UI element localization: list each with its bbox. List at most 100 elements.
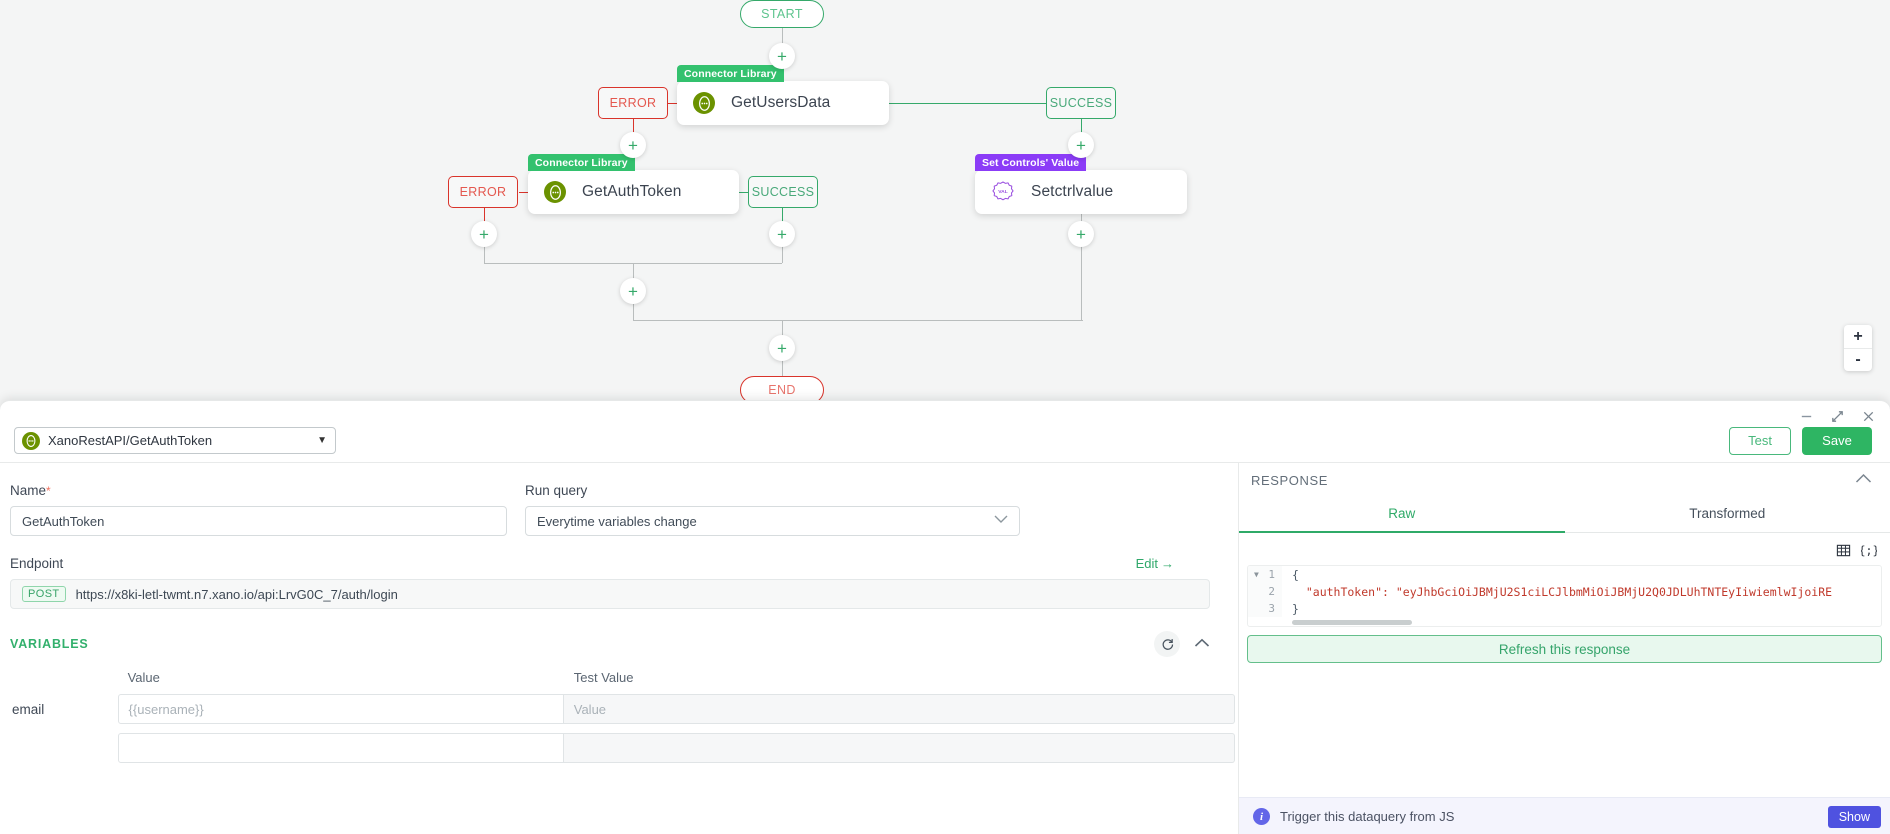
json-view-icon[interactable]: {;} [1856, 539, 1882, 561]
add-step-button[interactable]: + [1068, 132, 1094, 158]
plus-icon: + [628, 135, 638, 155]
response-header: RESPONSE [1239, 463, 1890, 497]
response-tabs: Raw Transformed [1239, 497, 1890, 533]
dataquery-select-value: XanoRestAPI/GetAuthToken [48, 433, 213, 448]
flow-node-getauthtoken[interactable]: Connector Library GetAuthToken [528, 154, 739, 214]
node-badge: Connector Library [528, 154, 635, 171]
collapse-variables-icon[interactable] [1194, 635, 1210, 653]
api-connector-icon [693, 92, 715, 114]
chevron-down-icon: ▼ [317, 435, 327, 446]
variable-value-input[interactable] [117, 733, 564, 763]
code-line: 3 } [1248, 600, 1881, 617]
add-step-button[interactable]: + [471, 221, 497, 247]
api-connector-icon [22, 431, 40, 450]
table-view-icon[interactable] [1830, 539, 1856, 561]
run-query-select[interactable]: Everytime variables change [525, 506, 1020, 536]
response-panel: RESPONSE Raw Transformed {;} [1238, 463, 1890, 834]
api-connector-icon [544, 181, 566, 203]
success-chip[interactable]: SUCCESS [1046, 87, 1116, 119]
variables-col-name [10, 670, 118, 685]
flow-node-setctrlvalue[interactable]: Set Controls' Value VAL Setctrlvalue [975, 154, 1187, 214]
test-button[interactable]: Test [1729, 426, 1791, 455]
dataquery-select[interactable]: XanoRestAPI/GetAuthToken ▼ [14, 427, 336, 454]
line-number: 2 [1248, 583, 1282, 600]
edge-node2-success2 [739, 192, 748, 193]
variable-test-value-input[interactable]: Value [563, 694, 1235, 724]
response-view-toggle: {;} [1239, 533, 1890, 565]
plus-icon: + [479, 224, 489, 244]
refresh-response-button[interactable]: Refresh this response [1247, 635, 1882, 663]
chevron-up-icon[interactable] [1855, 471, 1872, 489]
add-step-button[interactable]: + [1068, 221, 1094, 247]
node-label: GetUsersData [731, 94, 831, 111]
endpoint-url: https://x8ki-letl-twmt.n7.xano.io/api:Lr… [75, 586, 398, 602]
add-step-button[interactable]: + [769, 43, 795, 69]
run-query-label: Run query [525, 483, 588, 498]
plus-icon: + [777, 224, 787, 244]
chevron-down-icon [994, 515, 1008, 527]
arrow-right-icon: → [1161, 556, 1174, 571]
plus-icon: + [1076, 135, 1086, 155]
error-chip[interactable]: ERROR [598, 87, 668, 119]
name-input-value: GetAuthToken [22, 513, 105, 529]
success-chip-label: SUCCESS [1049, 96, 1113, 110]
tab-raw[interactable]: Raw [1239, 497, 1565, 533]
form-row-endpoint: Endpoint Edit → [10, 556, 1210, 571]
save-button[interactable]: Save [1802, 426, 1872, 455]
response-title: RESPONSE [1251, 472, 1329, 488]
val-icon: VAL [991, 180, 1015, 204]
http-method-badge: POST [22, 586, 66, 602]
endpoint-value: POST https://x8ki-letl-twmt.n7.xano.io/a… [10, 579, 1210, 609]
horizontal-scrollbar[interactable] [1292, 620, 1412, 625]
variable-name: email [12, 701, 45, 717]
zoom-controls[interactable]: + - [1844, 325, 1872, 371]
name-group: Name* GetAuthToken [10, 483, 507, 536]
zoom-out-button[interactable]: - [1844, 348, 1872, 371]
edge-plus-end [782, 360, 783, 376]
name-input[interactable]: GetAuthToken [10, 506, 507, 536]
node-label: Setctrlvalue [1031, 183, 1114, 200]
table-row [10, 733, 1235, 763]
variables-table: Value Test Value email {{username}} Valu… [10, 670, 1235, 763]
add-step-button[interactable]: + [620, 278, 646, 304]
run-query-value: Everytime variables change [537, 513, 697, 529]
plus-icon: + [1076, 224, 1086, 244]
show-js-button[interactable]: Show [1827, 805, 1881, 828]
variables-table-header: Value Test Value [10, 670, 1235, 685]
refresh-variables-button[interactable] [1154, 631, 1180, 657]
fold-arrow-icon[interactable]: ▼ [1254, 566, 1259, 583]
code-text: } [1292, 601, 1299, 616]
node-badge: Set Controls' Value [975, 154, 1087, 171]
tab-transformed[interactable]: Transformed [1565, 497, 1890, 533]
variable-value-placeholder: {{username}} [128, 701, 204, 717]
svg-text:{;}: {;} [1861, 543, 1877, 557]
variables-section-header: VARIABLES [10, 631, 1210, 657]
response-code-view[interactable]: ▼ 1 { 2 "authToken": "eyJhbGciOiJBMjU2S1… [1247, 565, 1882, 627]
error-chip-label: ERROR [459, 185, 507, 199]
node-badge: Connector Library [677, 65, 784, 82]
plus-icon: + [628, 281, 638, 301]
zoom-in-button[interactable]: + [1844, 325, 1872, 348]
error-chip[interactable]: ERROR [448, 176, 518, 208]
variable-test-value-input[interactable] [563, 733, 1235, 763]
add-step-button[interactable]: + [620, 132, 646, 158]
variables-title: VARIABLES [10, 637, 89, 651]
form-row-name-runquery: Name* GetAuthToken Run query Everytime v… [10, 483, 1210, 536]
success-chip[interactable]: SUCCESS [748, 176, 818, 208]
info-icon: i [1253, 808, 1270, 825]
flow-node-getusersdata[interactable]: Connector Library GetUsersData [677, 65, 889, 125]
edit-endpoint-link[interactable]: Edit → [1136, 556, 1174, 571]
add-step-button[interactable]: + [769, 335, 795, 361]
required-marker: * [46, 484, 51, 498]
code-line: ▼ 1 { [1248, 566, 1881, 583]
edge-plus-bottom [633, 304, 634, 320]
js-trigger-bar: i Trigger this dataquery from JS Show [1239, 797, 1890, 834]
panel-toolbar: XanoRestAPI/GetAuthToken ▼ Test Save [0, 419, 1890, 463]
success-chip-label: SUCCESS [751, 185, 815, 199]
plus-icon: + [777, 46, 787, 66]
variable-value-input[interactable]: {{username}} [117, 694, 564, 724]
start-node[interactable]: START [740, 0, 824, 28]
variables-tools [1154, 631, 1210, 657]
dataquery-form: Name* GetAuthToken Run query Everytime v… [0, 463, 1238, 834]
add-step-button[interactable]: + [769, 221, 795, 247]
